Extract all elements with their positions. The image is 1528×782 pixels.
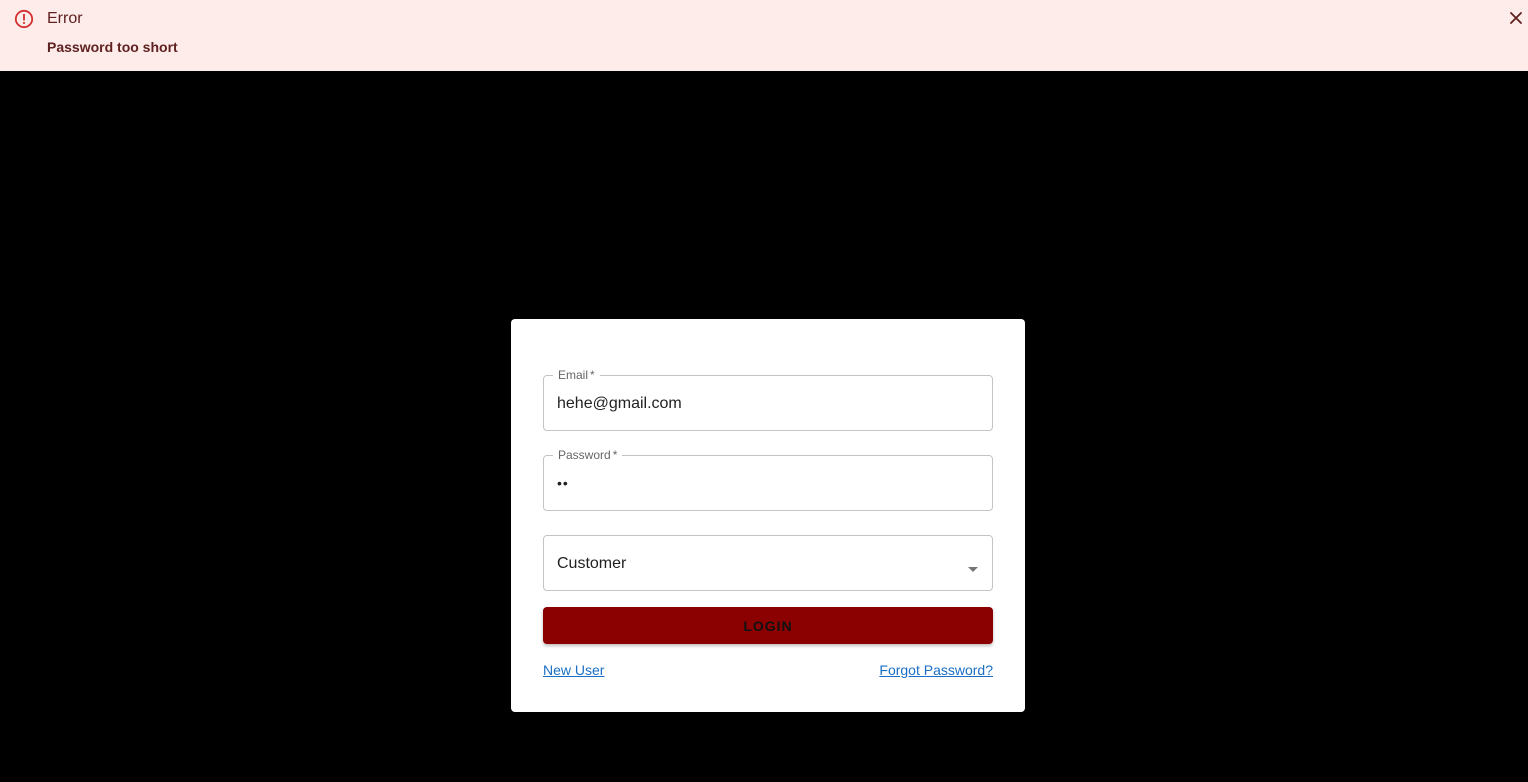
error-alert: Error Password too short <box>0 0 1528 71</box>
login-page: Error Password too short Email * Passwor… <box>0 0 1528 782</box>
new-user-link[interactable]: New User <box>543 662 604 679</box>
role-select[interactable]: Customer <box>543 535 993 591</box>
password-label-text: Password <box>558 448 611 462</box>
dropdown-arrow-icon <box>968 560 978 572</box>
password-field[interactable]: Password * •• <box>543 448 993 511</box>
email-input[interactable] <box>557 393 977 415</box>
email-label-text: Email <box>558 368 589 382</box>
required-mark: * <box>590 368 595 382</box>
password-input[interactable]: •• <box>557 472 977 494</box>
alert-message: Password too short <box>47 39 178 55</box>
error-outline-icon <box>14 9 34 29</box>
alert-title: Error <box>47 10 83 27</box>
role-select-value: Customer <box>557 555 627 572</box>
email-field[interactable]: Email * <box>543 368 993 431</box>
close-icon <box>1509 11 1523 30</box>
login-card: Email * Password * •• Customer LOGIN New… <box>511 319 1025 712</box>
login-button[interactable]: LOGIN <box>543 607 993 644</box>
password-label: Password * <box>553 448 623 462</box>
close-alert-button[interactable] <box>1505 9 1527 31</box>
forgot-password-link[interactable]: Forgot Password? <box>879 662 993 679</box>
email-label: Email * <box>553 368 600 382</box>
required-mark: * <box>612 448 618 462</box>
